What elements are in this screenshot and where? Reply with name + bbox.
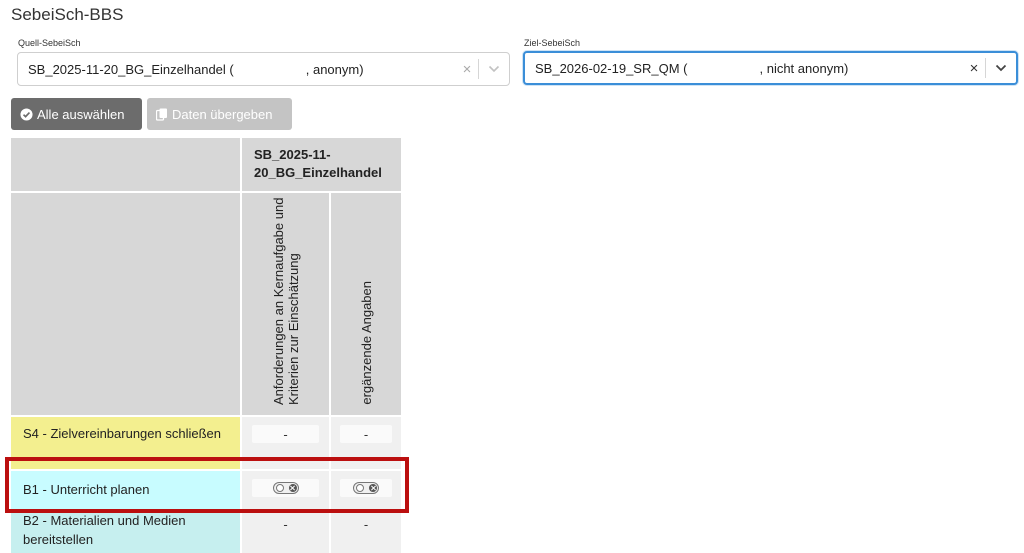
corner-header-cell-lower — [11, 193, 240, 415]
app-title: SebeiSch-BBS — [11, 5, 124, 24]
column-header-label: Anforderungen an Kernaufgabe und Kriteri… — [270, 197, 301, 405]
table-cell: - — [331, 511, 401, 553]
source-chevron-down-icon[interactable] — [479, 65, 509, 73]
cell-value: - — [340, 515, 392, 533]
transfer-data-button[interactable]: Daten übergeben — [147, 98, 292, 130]
source-clear-icon[interactable]: × — [456, 61, 478, 78]
cell-value: - — [252, 425, 319, 443]
target-chevron-down-icon[interactable] — [986, 64, 1016, 72]
column-header: Anforderungen an Kernaufgabe und Kriteri… — [242, 193, 329, 415]
highlight-box — [5, 457, 409, 513]
target-select-label: Ziel-SebeiSch — [524, 38, 581, 48]
column-header-label: ergänzende Angaben — [358, 281, 374, 405]
select-all-button[interactable]: Alle auswählen — [11, 98, 142, 130]
cell-value: - — [340, 425, 392, 443]
transfer-data-label: Daten übergeben — [172, 106, 273, 122]
source-select[interactable]: SB_2025-11-20_BG_Einzelhandel (, anonym)… — [17, 52, 510, 86]
column-header: ergänzende Angaben — [331, 193, 401, 415]
target-select[interactable]: SB_2026-02-19_SR_QM (, nicht anonym) × — [523, 51, 1018, 85]
target-clear-icon[interactable]: × — [963, 60, 985, 77]
group-header: SB_2025-11-20_BG_Einzelhandel — [242, 138, 401, 191]
copy-icon — [156, 108, 168, 121]
table-cell: - — [242, 511, 329, 553]
check-circle-icon — [20, 107, 33, 121]
table-row-label: B2 - Materialien und Medien bereitstelle… — [11, 511, 240, 553]
corner-header-cell — [11, 138, 240, 191]
target-select-value: SB_2026-02-19_SR_QM (, nicht anonym) — [535, 60, 849, 76]
source-select-value: SB_2025-11-20_BG_Einzelhandel (, anonym) — [28, 61, 364, 77]
source-select-label: Quell-SebeiSch — [18, 38, 81, 48]
select-all-label: Alle auswählen — [37, 106, 125, 122]
cell-value: - — [252, 515, 319, 533]
